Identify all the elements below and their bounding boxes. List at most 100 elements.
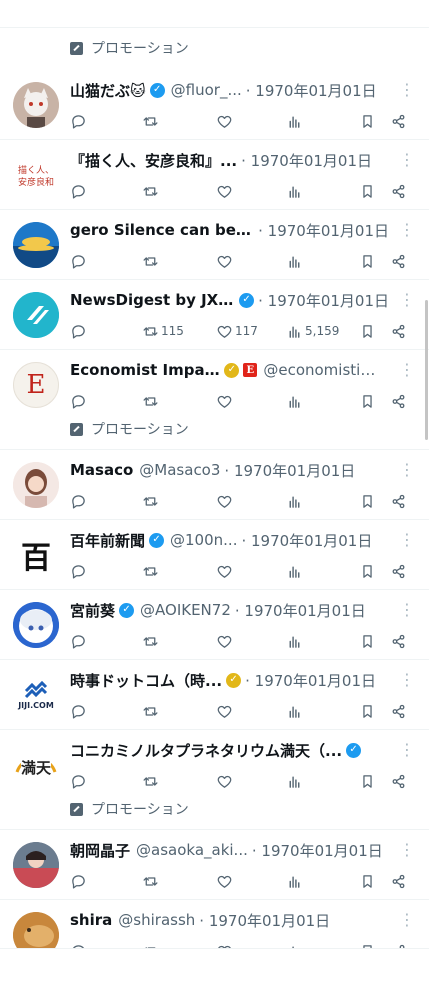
bookmark-button[interactable]	[359, 870, 376, 892]
reply-button[interactable]	[70, 250, 87, 272]
retweet-button[interactable]	[142, 870, 159, 892]
display-name[interactable]: 朝岡晶子	[70, 840, 130, 861]
reply-button[interactable]	[70, 110, 87, 132]
reply-button[interactable]	[70, 630, 87, 652]
more-icon[interactable]: ⋮	[399, 840, 415, 860]
display-name[interactable]: 山猫だぶ🐱	[70, 80, 146, 101]
views-button[interactable]	[286, 770, 303, 792]
timestamp[interactable]: · 1970年01月01日	[246, 80, 377, 101]
tweet-row[interactable]: Masaco @Masaco3 · 1970年01月01日 ⋮	[0, 450, 429, 520]
avatar[interactable]: 満天	[13, 742, 59, 788]
like-button[interactable]	[216, 180, 233, 202]
bookmark-button[interactable]	[359, 320, 376, 342]
timestamp[interactable]: · 1970年01月01日	[235, 600, 366, 621]
timestamp[interactable]: · 1970年01月01日	[252, 840, 383, 861]
like-button[interactable]	[216, 870, 233, 892]
avatar[interactable]: 百	[13, 532, 59, 578]
retweet-button[interactable]: 115	[142, 320, 184, 342]
retweet-button[interactable]	[142, 630, 159, 652]
share-button[interactable]	[390, 390, 407, 412]
more-icon[interactable]: ⋮	[399, 460, 415, 480]
views-button[interactable]	[286, 180, 303, 202]
views-button[interactable]	[286, 940, 303, 948]
retweet-button[interactable]	[142, 700, 159, 722]
more-icon[interactable]: ⋮	[399, 670, 415, 690]
bookmark-button[interactable]	[359, 630, 376, 652]
avatar[interactable]: E	[13, 362, 59, 408]
more-icon[interactable]: ⋮	[399, 740, 415, 760]
more-icon[interactable]: ⋮	[399, 80, 415, 100]
handle[interactable]: @shirassh	[118, 911, 195, 929]
share-button[interactable]	[390, 870, 407, 892]
retweet-button[interactable]	[142, 180, 159, 202]
tweet-row[interactable]: 朝岡晶子 @asaoka_aki... · 1970年01月01日 ⋮	[0, 830, 429, 900]
views-button[interactable]	[286, 700, 303, 722]
views-button[interactable]	[286, 630, 303, 652]
bookmark-button[interactable]	[359, 940, 376, 948]
bookmark-button[interactable]	[359, 250, 376, 272]
more-icon[interactable]: ⋮	[399, 360, 415, 380]
tweet-row[interactable]: 百 百年前新聞 ✓ @100n... · 1970年01月01日 ⋮	[0, 520, 429, 590]
more-icon[interactable]: ⋮	[399, 290, 415, 310]
like-button[interactable]	[216, 110, 233, 132]
avatar[interactable]: 描く人、 安彦良和	[13, 152, 59, 198]
share-button[interactable]	[390, 560, 407, 582]
reply-button[interactable]	[70, 940, 87, 948]
bookmark-button[interactable]	[359, 180, 376, 202]
like-button[interactable]	[216, 250, 233, 272]
tweet-row[interactable]: JIJI.COM 時事ドットコム（時... ✓ · 1970年01月01日 ⋮	[0, 660, 429, 730]
display-name[interactable]: コニカミノルタプラネタリウム満天（...	[70, 740, 342, 761]
bookmark-button[interactable]	[359, 700, 376, 722]
timestamp[interactable]: · 1970年01月01日	[241, 150, 372, 171]
views-button[interactable]	[286, 870, 303, 892]
retweet-button[interactable]	[142, 390, 159, 412]
avatar[interactable]: JIJI.COM	[13, 672, 59, 718]
bookmark-button[interactable]	[359, 770, 376, 792]
tweet-row[interactable]: E Economist Impact ✓ E @economistim... ⋮…	[0, 350, 429, 450]
share-button[interactable]	[390, 700, 407, 722]
timestamp[interactable]: · 1970年01月01日	[258, 290, 389, 311]
display-name[interactable]: 時事ドットコム（時...	[70, 670, 222, 691]
handle[interactable]: @asaoka_aki...	[136, 841, 248, 859]
reply-button[interactable]	[70, 700, 87, 722]
like-button[interactable]	[216, 490, 233, 512]
retweet-button[interactable]	[142, 940, 159, 948]
retweet-button[interactable]	[142, 770, 159, 792]
avatar[interactable]	[13, 602, 59, 648]
views-button[interactable]	[286, 110, 303, 132]
like-button[interactable]	[216, 390, 233, 412]
reply-button[interactable]	[70, 560, 87, 582]
more-icon[interactable]: ⋮	[399, 910, 415, 930]
avatar[interactable]	[13, 222, 59, 268]
tweet-row[interactable]: shira @shirassh · 1970年01月01日 ⋮	[0, 900, 429, 948]
retweet-button[interactable]	[142, 490, 159, 512]
reply-button[interactable]	[70, 770, 87, 792]
views-button[interactable]	[286, 250, 303, 272]
like-button[interactable]	[216, 770, 233, 792]
scrollbar[interactable]	[425, 300, 428, 440]
bookmark-button[interactable]	[359, 490, 376, 512]
tweet-row[interactable]: 描く人、 安彦良和 『描く人、安彦良和』... · 1970年01月01日 ⋮	[0, 140, 429, 210]
more-icon[interactable]: ⋮	[399, 530, 415, 550]
display-name[interactable]: 『描く人、安彦良和』...	[70, 150, 237, 171]
timestamp[interactable]: · 1970年01月01日	[258, 220, 389, 241]
tweet-row[interactable]: 満天 コニカミノルタプラネタリウム満天（... ✓ ⋮ プロモーション	[0, 730, 429, 830]
share-button[interactable]	[390, 490, 407, 512]
share-button[interactable]	[390, 320, 407, 342]
tweet-row[interactable]: 山猫だぶ🐱 ✓ @fluor_... · 1970年01月01日 ⋮	[0, 70, 429, 140]
timestamp[interactable]: · 1970年01月01日	[245, 670, 376, 691]
display-name[interactable]: shira	[70, 911, 112, 929]
retweet-button[interactable]	[142, 110, 159, 132]
more-icon[interactable]: ⋮	[399, 220, 415, 240]
display-name[interactable]: NewsDigest by JX...	[70, 291, 235, 309]
handle[interactable]: @economistim...	[263, 361, 389, 379]
like-button[interactable]	[216, 700, 233, 722]
more-icon[interactable]: ⋮	[399, 150, 415, 170]
timestamp[interactable]: · 1970年01月01日	[224, 460, 355, 481]
display-name[interactable]: gero Silence can be v...	[70, 221, 254, 239]
share-button[interactable]	[390, 940, 407, 948]
retweet-button[interactable]	[142, 250, 159, 272]
avatar[interactable]	[13, 82, 59, 128]
share-button[interactable]	[390, 250, 407, 272]
handle[interactable]: @Masaco3	[139, 461, 220, 479]
